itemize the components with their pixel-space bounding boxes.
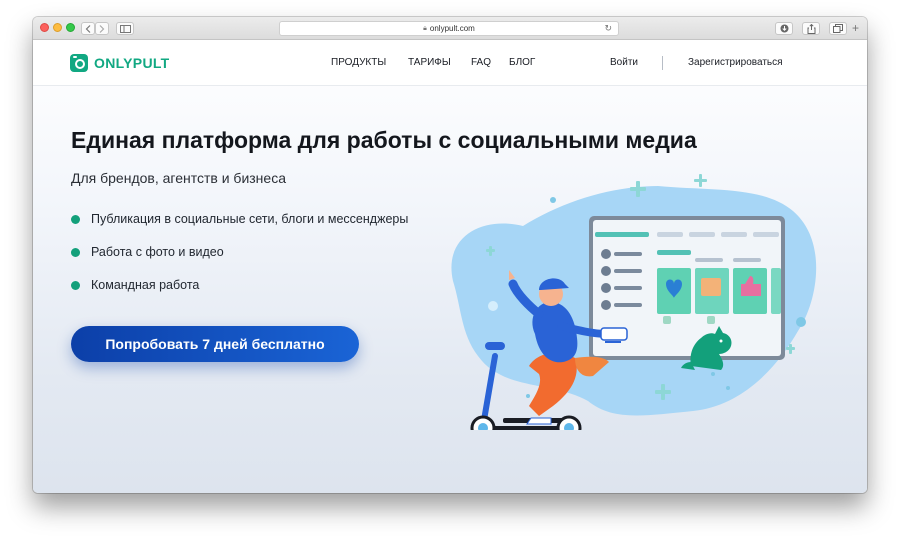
- hero-title: Единая платформа для работы с социальным…: [71, 127, 697, 153]
- browser-window: 🔒︎ onlypult.com ↻ + ONLYPULT ПРОДУКТЫ ТА…: [33, 17, 867, 493]
- feature-text: Командная работа: [91, 278, 200, 292]
- chevron-left-icon: [85, 24, 91, 33]
- feature-text: Работа с фото и видео: [91, 245, 224, 259]
- feature-item: Работа с фото и видео: [71, 245, 408, 278]
- hero-subtitle: Для брендов, агентств и бизнеса: [71, 170, 286, 186]
- address-bar[interactable]: 🔒︎ onlypult.com ↻: [279, 21, 619, 36]
- share-button[interactable]: [802, 22, 820, 35]
- logo-text: ONLYPULT: [94, 55, 170, 71]
- downloads-button[interactable]: [775, 22, 793, 35]
- feature-list: Публикация в социальные сети, блоги и ме…: [71, 212, 408, 311]
- new-tab-icon[interactable]: +: [852, 21, 859, 35]
- register-link[interactable]: Зарегистрироваться: [688, 57, 783, 68]
- bullet-dot: [71, 215, 80, 224]
- share-icon: [807, 23, 815, 34]
- zoom-window-button[interactable]: [66, 23, 75, 32]
- tabs-overview-button[interactable]: [829, 22, 847, 35]
- feature-item: Публикация в социальные сети, блоги и ме…: [71, 212, 408, 245]
- sidebar-icon: [119, 24, 131, 33]
- reload-icon[interactable]: ↻: [604, 23, 612, 34]
- site-logo[interactable]: ONLYPULT: [70, 54, 170, 72]
- camera-logo-icon: [70, 54, 88, 72]
- box-icon: [701, 278, 721, 296]
- minimize-window-button[interactable]: [53, 23, 62, 32]
- address-bar-text: onlypult.com: [429, 24, 475, 33]
- feature-text: Публикация в социальные сети, блоги и ме…: [91, 212, 409, 226]
- login-link[interactable]: Войти: [610, 57, 638, 68]
- hero-illustration: [451, 174, 817, 430]
- nav-pricing[interactable]: ТАРИФЫ: [408, 57, 451, 68]
- free-trial-button[interactable]: Попробовать 7 дней бесплатно: [71, 326, 359, 362]
- close-window-button[interactable]: [40, 23, 49, 32]
- nav-products[interactable]: ПРОДУКТЫ: [331, 57, 386, 68]
- back-button[interactable]: [81, 22, 95, 35]
- bullet-dot: [71, 281, 80, 290]
- nav-blog[interactable]: БЛОГ: [509, 57, 535, 68]
- forward-button[interactable]: [95, 22, 109, 35]
- webpage: ONLYPULT ПРОДУКТЫ ТАРИФЫ FAQ БЛОГ Войти …: [33, 40, 867, 493]
- site-header: ONLYPULT ПРОДУКТЫ ТАРИФЫ FAQ БЛОГ Войти …: [33, 40, 867, 86]
- lock-icon: 🔒︎: [423, 24, 427, 32]
- tabs-icon: [833, 24, 843, 33]
- feature-item: Командная работа: [71, 278, 408, 311]
- chevron-right-icon: [99, 24, 105, 33]
- nav-divider: [662, 56, 663, 70]
- nav-faq[interactable]: FAQ: [471, 57, 491, 68]
- bullet-dot: [71, 248, 80, 257]
- sidebar-toggle-button[interactable]: [116, 22, 134, 35]
- browser-toolbar: 🔒︎ onlypult.com ↻ +: [33, 17, 867, 40]
- download-icon: [780, 24, 788, 33]
